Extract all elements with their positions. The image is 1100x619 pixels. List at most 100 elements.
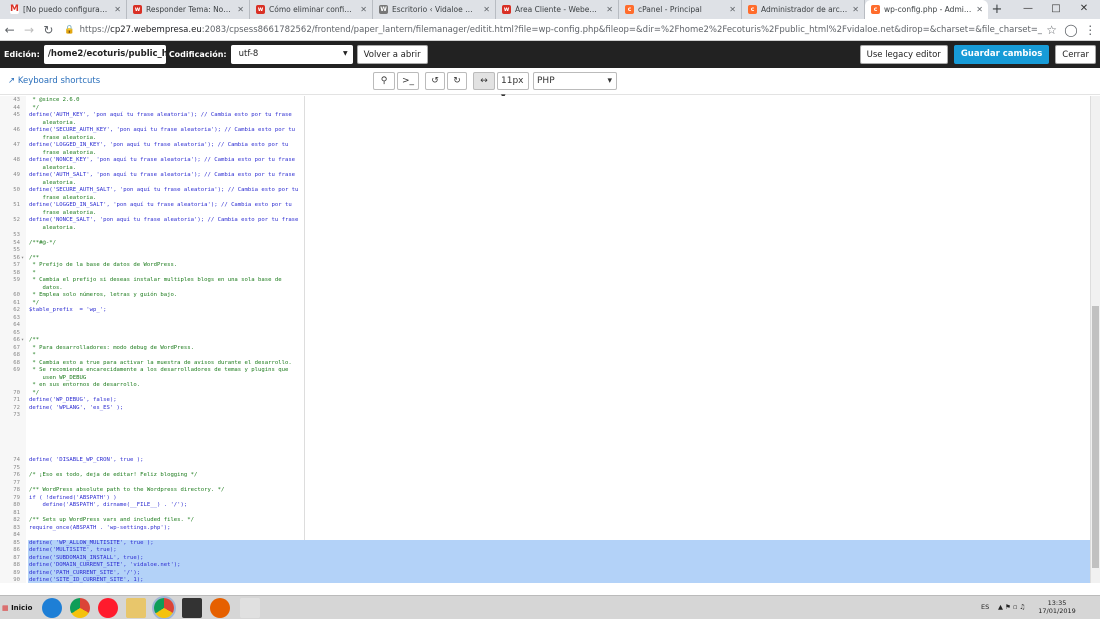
code-line[interactable]: datos. — [29, 285, 62, 293]
internet-explorer-icon[interactable] — [42, 598, 62, 618]
browser-tab[interactable]: c cPanel - Principal ✕ — [619, 0, 742, 19]
code-line[interactable]: * en sus entornos de desarrollo. — [29, 382, 140, 390]
tab-close-icon[interactable]: ✕ — [729, 5, 736, 14]
chrome-active-icon[interactable] — [154, 598, 174, 618]
code-line[interactable]: aleatoria. — [29, 120, 76, 128]
start-button[interactable]: ▦ Inicio — [2, 599, 34, 617]
code-line[interactable]: */ — [29, 105, 39, 113]
code-line[interactable]: usen WP_DEBUG — [29, 375, 86, 383]
undo-icon[interactable]: ↺ — [425, 72, 445, 90]
system-clock[interactable]: 13:35 17/01/2019 — [1035, 599, 1079, 615]
tab-close-icon[interactable]: ✕ — [114, 5, 121, 14]
code-line[interactable]: * Cambia el prefijo si deseas instalar m… — [29, 277, 281, 285]
forward-icon[interactable]: → — [19, 23, 38, 37]
path-field[interactable]: /home2/ecoturis/public_html — [43, 45, 166, 64]
code-line[interactable]: define('NONCE_SALT', 'pon aquí tu frase … — [29, 217, 298, 225]
java-icon[interactable] — [240, 598, 260, 618]
terminal-icon[interactable]: >_ — [397, 72, 419, 90]
close-window-icon[interactable]: ✕ — [1070, 0, 1098, 19]
close-button[interactable]: Cerrar — [1055, 45, 1096, 64]
code-line[interactable]: define( 'WP_ALLOW_MULTISITE', true ); — [29, 540, 154, 548]
code-line[interactable]: define('SECURE_AUTH_SALT', 'pon aquí tu … — [29, 187, 298, 195]
code-editor[interactable]: 43 * @since 2.6.0 44 */ 45 define('AUTH_KEY… — [0, 96, 1090, 583]
back-icon[interactable]: ← — [0, 23, 19, 37]
browser-tab[interactable]: c wp-config.php - Administrador ✕ — [865, 0, 988, 19]
profile-icon[interactable]: ◯ — [1061, 23, 1080, 37]
tray-icons[interactable]: ▲ ⚑ ▫ ♫ — [998, 603, 1025, 611]
code-line[interactable]: * — [29, 270, 35, 278]
mode-select[interactable]: PHP ▾ — [533, 72, 617, 90]
browser-tab[interactable]: W Escritorio ‹ Vidaloe — WordPress ✕ — [373, 0, 496, 19]
scrollbar-thumb[interactable] — [1092, 306, 1099, 568]
code-line[interactable]: define('LOGGED_IN_KEY', 'pon aquí tu fra… — [29, 142, 288, 150]
reopen-button[interactable]: Volver a abrir — [356, 45, 428, 64]
code-line[interactable]: define('AUTH_SALT', 'pon aquí tu frase a… — [29, 172, 295, 180]
code-line[interactable]: define( 'DISABLE_WP_CRON', true ); — [29, 457, 144, 465]
code-line[interactable]: /** — [29, 255, 39, 263]
tab-close-icon[interactable]: ✕ — [976, 5, 983, 14]
language-indicator[interactable]: ES — [981, 603, 989, 611]
save-button[interactable]: Guardar cambios — [953, 45, 1050, 64]
code-line[interactable]: frase aleatoria. — [29, 210, 96, 218]
tab-close-icon[interactable]: ✕ — [606, 5, 613, 14]
code-line[interactable]: frase aleatoria. — [29, 195, 96, 203]
browser-tab[interactable]: w Responder Tema: No puedo configurar ✕ — [127, 0, 250, 19]
code-line[interactable]: * Prefijo de la base de datos de WordPre… — [29, 262, 177, 270]
tab-close-icon[interactable]: ✕ — [483, 5, 490, 14]
code-line[interactable]: /**#@-*/ — [29, 240, 56, 248]
code-line[interactable]: */ — [29, 300, 39, 308]
file-explorer-icon[interactable] — [126, 598, 146, 618]
code-line[interactable]: * Se recomienda encarecidamente a los de… — [29, 367, 288, 375]
code-line[interactable]: /** Sets up WordPress vars and included … — [29, 517, 194, 525]
code-line[interactable]: aleatoria. — [29, 225, 76, 233]
firefox-icon[interactable] — [210, 598, 230, 618]
browser-tab[interactable]: w Cómo eliminar configuración MU ✕ — [250, 0, 373, 19]
code-line[interactable]: /** WordPress absolute path to the Wordp… — [29, 487, 224, 495]
minimize-icon[interactable]: — — [1014, 0, 1042, 19]
code-line[interactable]: * Para desarrolladores: modo debug de Wo… — [29, 345, 194, 353]
code-line[interactable]: define( 'WPLANG', 'es_ES' ); — [29, 405, 123, 413]
code-line[interactable]: define('SECURE_AUTH_KEY', 'pon aquí tu f… — [29, 127, 295, 135]
browser-tab[interactable]: w Área Cliente - Webempresa Eu ✕ — [496, 0, 619, 19]
opera-icon[interactable] — [98, 598, 118, 618]
fold-arrow-icon[interactable]: ▾ — [21, 255, 27, 263]
code-line[interactable]: define('PATH_CURRENT_SITE', '/'); — [29, 570, 140, 578]
code-line[interactable]: /** — [29, 337, 39, 345]
vertical-scrollbar[interactable] — [1090, 96, 1100, 583]
url-field[interactable]: 🔒 https://cp27.webempresa.eu:2083/cpsess… — [64, 21, 1042, 39]
tab-close-icon[interactable]: ✕ — [360, 5, 367, 14]
code-line[interactable]: frase aleatoria. — [29, 150, 96, 158]
code-line[interactable]: * Cambia esto a true para activar la mue… — [29, 360, 291, 368]
code-line[interactable]: aleatoria. — [29, 165, 76, 173]
code-line[interactable]: aleatoria. — [29, 180, 76, 188]
maximize-icon[interactable]: □ — [1042, 0, 1070, 19]
legacy-editor-button[interactable]: Use legacy editor — [859, 45, 948, 64]
code-line[interactable]: define('SITE_ID_CURRENT_SITE', 1); — [29, 577, 144, 583]
browser-tab[interactable]: c Administrador de archivos cPanel ✕ — [742, 0, 865, 19]
code-line[interactable]: * Emplea solo números, letras y guión ba… — [29, 292, 177, 300]
code-line[interactable]: if ( !defined('ABSPATH') ) — [29, 495, 117, 503]
reload-icon[interactable]: ↻ — [39, 23, 58, 37]
encoding-select[interactable]: utf-8 ▼ — [230, 45, 353, 64]
menu-icon[interactable]: ⋮ — [1081, 23, 1100, 37]
bookmark-star-icon[interactable]: ☆ — [1042, 23, 1061, 37]
atm-app-icon[interactable] — [182, 598, 202, 618]
code-line[interactable]: define('DOMAIN_CURRENT_SITE', 'vidaloe.n… — [29, 562, 181, 570]
code-line[interactable]: define('AUTH_KEY', 'pon aquí tu frase al… — [29, 112, 292, 120]
code-line[interactable]: define('WP_DEBUG', false); — [29, 397, 117, 405]
font-size-select[interactable]: 11px ▾ — [497, 72, 529, 102]
code-line[interactable]: $table_prefix = 'wp_'; — [29, 307, 106, 315]
code-line[interactable]: define('SUBDOMAIN_INSTALL', true); — [29, 555, 144, 563]
search-icon[interactable]: ⚲ — [373, 72, 395, 90]
code-line[interactable]: define('ABSPATH', dirname(__FILE__) . '/… — [29, 502, 187, 510]
code-line[interactable]: * @since 2.6.0 — [29, 97, 79, 105]
tab-close-icon[interactable]: ✕ — [237, 5, 244, 14]
code-line[interactable]: * — [29, 352, 35, 360]
chrome-icon[interactable] — [70, 598, 90, 618]
code-line[interactable]: /* ¡Eso es todo, deja de editar! Feliz b… — [29, 472, 197, 480]
new-tab-icon[interactable]: + — [988, 0, 1006, 19]
code-line[interactable]: require_once(ABSPATH . 'wp-settings.php'… — [29, 525, 170, 533]
code-line[interactable]: */ — [29, 390, 39, 398]
code-line[interactable]: frase aleatoria. — [29, 135, 96, 143]
fold-arrow-icon[interactable]: ▾ — [21, 337, 27, 345]
